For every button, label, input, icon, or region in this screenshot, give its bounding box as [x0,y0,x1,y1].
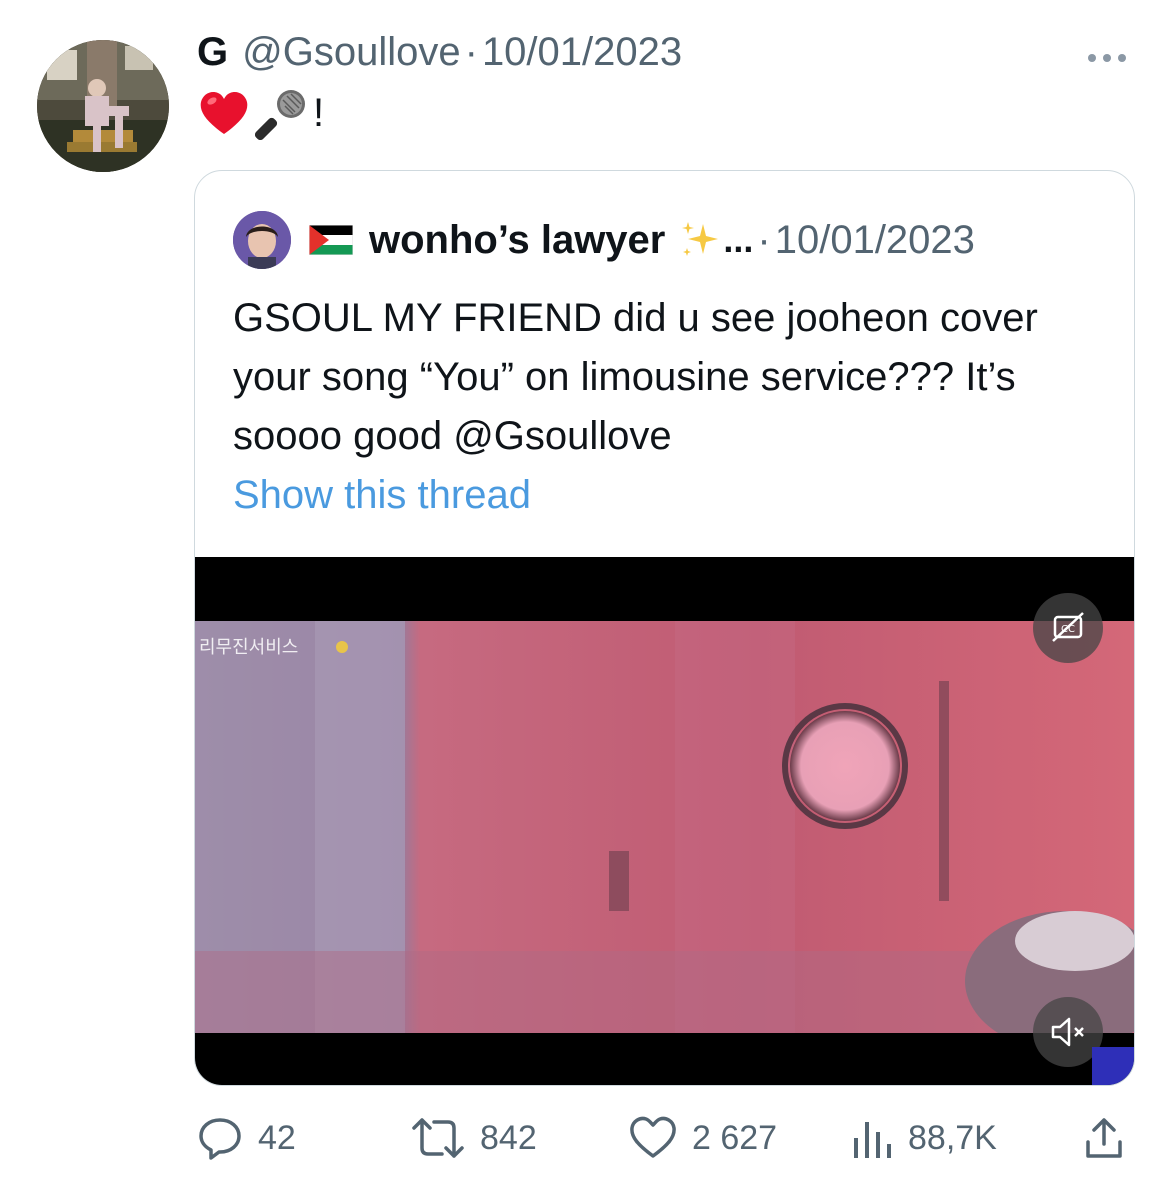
reply-button[interactable]: 42 [196,1110,296,1166]
like-count: 2 627 [692,1118,778,1157]
captions-off-icon: CC [1052,612,1084,642]
like-button[interactable]: 2 627 [628,1110,777,1166]
author-name[interactable]: G [197,30,228,75]
share-icon [1086,1118,1122,1158]
quoted-tweet[interactable]: wonho’s lawyer ... · 10/01/2023 GSOUL MY… [194,170,1135,1086]
tweet-text-suffix: ! [313,90,325,135]
reply-count: 42 [258,1118,296,1157]
engagement-bar: 42 842 2 627 88,7K [0,1110,1169,1170]
heart-icon [630,1116,676,1158]
separator-dot: · [757,217,771,262]
captions-button[interactable]: CC [1033,593,1103,663]
views-chart-icon [854,1122,891,1158]
retweet-count: 842 [480,1118,537,1157]
show-thread-link[interactable]: Show this thread [233,473,531,518]
microphone-icon [255,90,305,140]
quoted-avatar-image [233,211,291,269]
red-heart-icon [200,92,248,134]
author-handle[interactable]: @Gsoullove [242,30,460,75]
retweet-icon [412,1118,464,1158]
name-truncation: ... [723,219,754,260]
more-options-icon[interactable] [1088,54,1126,62]
quoted-tweet-header: wonho’s lawyer ... · 10/01/2023 [233,211,975,269]
video-frame: 리무진서비스 [195,621,1134,1033]
separator-dot: · [464,30,478,74]
video-frame-image: 리무진서비스 [195,621,1134,1033]
video-overlay-text: 리무진서비스 [199,637,298,658]
channel-logo [1092,1047,1134,1085]
tweet-header: G @Gsoullove · 10/01/2023 [197,30,682,75]
retweet-button[interactable]: 842 [410,1110,537,1166]
sparkles-icon [682,222,719,256]
quoted-tweet-text: GSOUL MY FRIEND did u see jooheon cover … [233,296,1038,458]
tweet-text: ! [197,86,324,140]
views-count: 88,7K [908,1118,997,1157]
tweet-date[interactable]: 10/01/2023 [482,30,682,75]
palestine-flag-icon [309,225,353,255]
avatar-image [37,40,169,172]
quoted-author-name[interactable]: wonho’s lawyer [369,218,665,263]
share-button[interactable] [1082,1110,1126,1166]
video-player[interactable]: 리무진서비스 CC [195,557,1134,1085]
reply-icon [199,1118,241,1160]
quoted-tweet-date[interactable]: 10/01/2023 [775,218,975,263]
views-button[interactable]: 88,7K [850,1110,997,1166]
author-avatar[interactable] [37,40,169,172]
quoted-author-avatar[interactable] [233,211,291,269]
